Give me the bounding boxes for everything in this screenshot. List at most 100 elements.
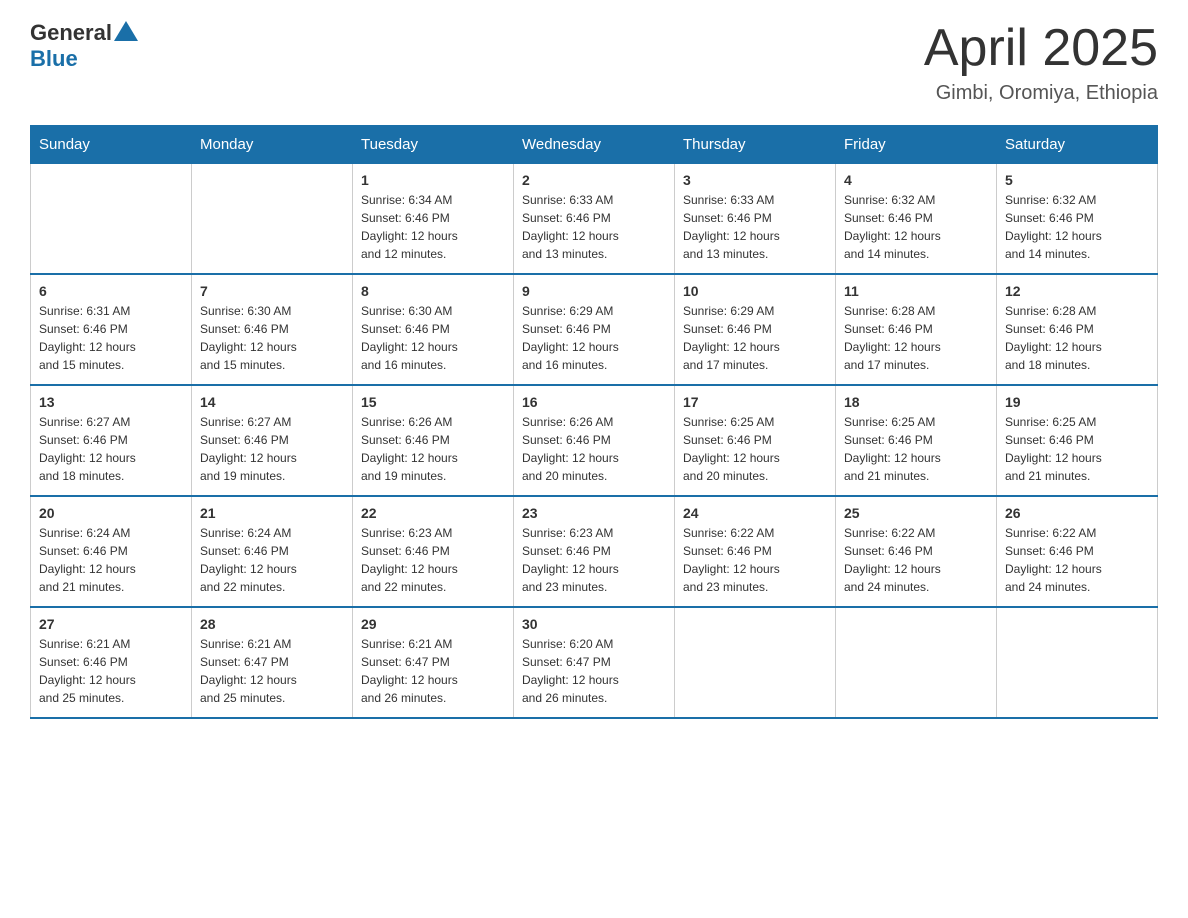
day-info: Sunrise: 6:22 AM Sunset: 6:46 PM Dayligh… xyxy=(844,524,988,596)
day-number: 19 xyxy=(1005,394,1149,410)
calendar-cell: 20Sunrise: 6:24 AM Sunset: 6:46 PM Dayli… xyxy=(31,496,192,607)
calendar-cell xyxy=(192,164,353,275)
calendar-table: SundayMondayTuesdayWednesdayThursdayFrid… xyxy=(30,125,1158,719)
calendar-cell: 22 Sunrise: 6:23 AM Sunset: 6:46 PM Dayli… xyxy=(353,496,514,607)
day-number: 21 xyxy=(200,505,344,521)
title-area: April 2025 Gimbi, Oromiya, Ethiopia xyxy=(924,20,1158,105)
day-number: 26 xyxy=(1005,505,1149,521)
day-number: 16 xyxy=(522,394,666,410)
day-info: Sunrise: 6:32 AM Sunset: 6:46 PM Dayligh… xyxy=(844,191,988,263)
calendar-cell: 11 Sunrise: 6:28 AM Sunset: 6:46 PM Dayli… xyxy=(836,274,997,385)
day-info: Sunrise: 6:22 AM Sunset: 6:46 PM Dayligh… xyxy=(1005,524,1149,596)
calendar-cell: 14 Sunrise: 6:27 AM Sunset: 6:46 PM Dayli… xyxy=(192,385,353,496)
calendar-cell: 12 Sunrise: 6:28 AM Sunset: 6:46 PM Dayli… xyxy=(997,274,1158,385)
day-number: 29 xyxy=(361,616,505,632)
day-info: Sunrise: 6:25 AM Sunset: 6:46 PM Dayligh… xyxy=(1005,413,1149,485)
calendar-cell xyxy=(836,607,997,718)
calendar-cell: 17 Sunrise: 6:25 AM Sunset: 6:46 PM Dayli… xyxy=(675,385,836,496)
calendar-cell: 1 Sunrise: 6:34 AM Sunset: 6:46 PM Daylig… xyxy=(353,164,514,275)
day-of-week-header: Saturday xyxy=(997,126,1158,164)
calendar-cell: 25 Sunrise: 6:22 AM Sunset: 6:46 PM Dayli… xyxy=(836,496,997,607)
calendar-cell: 29 Sunrise: 6:21 AM Sunset: 6:47 PM Dayli… xyxy=(353,607,514,718)
day-number: 12 xyxy=(1005,283,1149,299)
day-number: 10 xyxy=(683,283,827,299)
calendar-week-row: 27 Sunrise: 6:21 AM Sunset: 6:46 PM Dayli… xyxy=(31,607,1158,718)
day-info: Sunrise: 6:33 AM Sunset: 6:46 PM Dayligh… xyxy=(522,191,666,263)
calendar-cell: 4Sunrise: 6:32 AM Sunset: 6:46 PM Daylig… xyxy=(836,164,997,275)
day-number: 30 xyxy=(522,616,666,632)
calendar-cell: 7 Sunrise: 6:30 AM Sunset: 6:46 PM Daylig… xyxy=(192,274,353,385)
day-number: 22 xyxy=(361,505,505,521)
logo-triangle-icon xyxy=(114,21,138,41)
day-info: Sunrise: 6:28 AM Sunset: 6:46 PM Dayligh… xyxy=(844,302,988,374)
calendar-cell: 5 Sunrise: 6:32 AM Sunset: 6:46 PM Daylig… xyxy=(997,164,1158,275)
calendar-cell xyxy=(31,164,192,275)
day-number: 17 xyxy=(683,394,827,410)
day-number: 3 xyxy=(683,172,827,188)
day-number: 1 xyxy=(361,172,505,188)
day-info: Sunrise: 6:26 AM Sunset: 6:46 PM Dayligh… xyxy=(361,413,505,485)
calendar-cell: 27 Sunrise: 6:21 AM Sunset: 6:46 PM Dayli… xyxy=(31,607,192,718)
logo: General Blue xyxy=(30,20,140,72)
day-number: 28 xyxy=(200,616,344,632)
day-of-week-header: Thursday xyxy=(675,126,836,164)
calendar-cell: 18 Sunrise: 6:25 AM Sunset: 6:46 PM Dayli… xyxy=(836,385,997,496)
day-number: 2 xyxy=(522,172,666,188)
calendar-week-row: 20Sunrise: 6:24 AM Sunset: 6:46 PM Dayli… xyxy=(31,496,1158,607)
day-of-week-header: Friday xyxy=(836,126,997,164)
day-info: Sunrise: 6:20 AM Sunset: 6:47 PM Dayligh… xyxy=(522,635,666,707)
day-info: Sunrise: 6:29 AM Sunset: 6:46 PM Dayligh… xyxy=(522,302,666,374)
calendar-cell: 24 Sunrise: 6:22 AM Sunset: 6:46 PM Dayli… xyxy=(675,496,836,607)
day-info: Sunrise: 6:25 AM Sunset: 6:46 PM Dayligh… xyxy=(844,413,988,485)
day-info: Sunrise: 6:31 AM Sunset: 6:46 PM Dayligh… xyxy=(39,302,183,374)
day-number: 23 xyxy=(522,505,666,521)
day-info: Sunrise: 6:26 AM Sunset: 6:46 PM Dayligh… xyxy=(522,413,666,485)
calendar-cell: 15Sunrise: 6:26 AM Sunset: 6:46 PM Dayli… xyxy=(353,385,514,496)
day-number: 13 xyxy=(39,394,183,410)
days-header-row: SundayMondayTuesdayWednesdayThursdayFrid… xyxy=(31,126,1158,164)
calendar-cell: 28 Sunrise: 6:21 AM Sunset: 6:47 PM Dayli… xyxy=(192,607,353,718)
day-info: Sunrise: 6:30 AM Sunset: 6:46 PM Dayligh… xyxy=(361,302,505,374)
day-info: Sunrise: 6:24 AM Sunset: 6:46 PM Dayligh… xyxy=(200,524,344,596)
day-number: 7 xyxy=(200,283,344,299)
calendar-cell: 6 Sunrise: 6:31 AM Sunset: 6:46 PM Daylig… xyxy=(31,274,192,385)
day-number: 6 xyxy=(39,283,183,299)
calendar-week-row: 1 Sunrise: 6:34 AM Sunset: 6:46 PM Daylig… xyxy=(31,164,1158,275)
calendar-cell: 23 Sunrise: 6:23 AM Sunset: 6:46 PM Dayli… xyxy=(514,496,675,607)
calendar-cell xyxy=(997,607,1158,718)
calendar-cell: 30 Sunrise: 6:20 AM Sunset: 6:47 PM Dayli… xyxy=(514,607,675,718)
day-number: 5 xyxy=(1005,172,1149,188)
day-info: Sunrise: 6:22 AM Sunset: 6:46 PM Dayligh… xyxy=(683,524,827,596)
calendar-cell: 19 Sunrise: 6:25 AM Sunset: 6:46 PM Dayli… xyxy=(997,385,1158,496)
calendar-cell: 2 Sunrise: 6:33 AM Sunset: 6:46 PM Daylig… xyxy=(514,164,675,275)
logo-general-text: General xyxy=(30,20,112,46)
day-of-week-header: Monday xyxy=(192,126,353,164)
day-info: Sunrise: 6:30 AM Sunset: 6:46 PM Dayligh… xyxy=(200,302,344,374)
day-info: Sunrise: 6:21 AM Sunset: 6:47 PM Dayligh… xyxy=(361,635,505,707)
day-of-week-header: Sunday xyxy=(31,126,192,164)
calendar-week-row: 6 Sunrise: 6:31 AM Sunset: 6:46 PM Daylig… xyxy=(31,274,1158,385)
day-number: 24 xyxy=(683,505,827,521)
day-info: Sunrise: 6:25 AM Sunset: 6:46 PM Dayligh… xyxy=(683,413,827,485)
calendar-cell: 16 Sunrise: 6:26 AM Sunset: 6:46 PM Dayli… xyxy=(514,385,675,496)
day-info: Sunrise: 6:21 AM Sunset: 6:46 PM Dayligh… xyxy=(39,635,183,707)
day-info: Sunrise: 6:23 AM Sunset: 6:46 PM Dayligh… xyxy=(361,524,505,596)
month-title: April 2025 xyxy=(924,20,1158,77)
day-number: 9 xyxy=(522,283,666,299)
day-info: Sunrise: 6:27 AM Sunset: 6:46 PM Dayligh… xyxy=(200,413,344,485)
logo-blue-text: Blue xyxy=(30,46,78,72)
header: General Blue April 2025 Gimbi, Oromiya, … xyxy=(30,20,1158,105)
day-number: 25 xyxy=(844,505,988,521)
day-info: Sunrise: 6:29 AM Sunset: 6:46 PM Dayligh… xyxy=(683,302,827,374)
day-of-week-header: Wednesday xyxy=(514,126,675,164)
day-info: Sunrise: 6:21 AM Sunset: 6:47 PM Dayligh… xyxy=(200,635,344,707)
day-number: 18 xyxy=(844,394,988,410)
day-info: Sunrise: 6:23 AM Sunset: 6:46 PM Dayligh… xyxy=(522,524,666,596)
day-info: Sunrise: 6:34 AM Sunset: 6:46 PM Dayligh… xyxy=(361,191,505,263)
day-number: 14 xyxy=(200,394,344,410)
day-number: 11 xyxy=(844,283,988,299)
day-info: Sunrise: 6:32 AM Sunset: 6:46 PM Dayligh… xyxy=(1005,191,1149,263)
calendar-cell: 26 Sunrise: 6:22 AM Sunset: 6:46 PM Dayli… xyxy=(997,496,1158,607)
day-info: Sunrise: 6:28 AM Sunset: 6:46 PM Dayligh… xyxy=(1005,302,1149,374)
day-number: 27 xyxy=(39,616,183,632)
